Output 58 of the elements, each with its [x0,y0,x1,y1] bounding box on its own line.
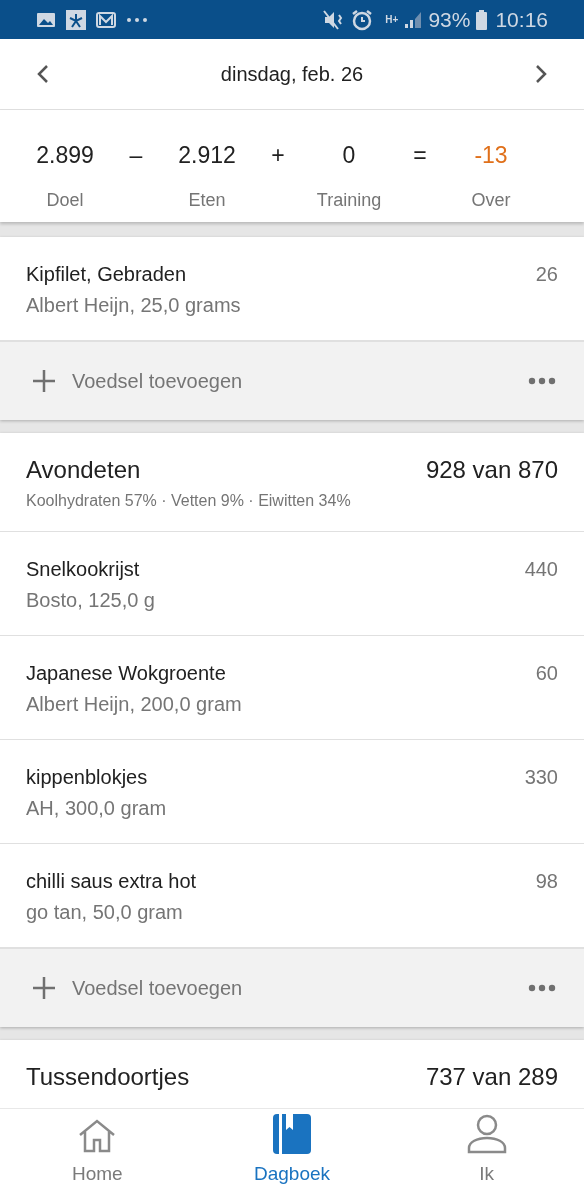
nav-tab[interactable]: Dagboek [194,1109,390,1200]
meal-title: Tussendoortjes [26,1062,190,1092]
previous-day-icon[interactable] [36,64,50,84]
summary-value: -13 [474,141,508,170]
food-calories: 26 [535,262,558,287]
food-detail: go tan, 50,0 gram [26,900,184,925]
nav-tab[interactable]: Home [0,1109,195,1200]
battery-icon [476,9,488,30]
more-icon[interactable] [528,984,556,992]
summary-label: Eten [188,188,226,212]
summary-label: Doel [46,188,84,212]
mail-icon [96,11,116,28]
meal-title: Avondeten [26,455,141,485]
book-icon [273,1113,311,1154]
food-name: Snelkookrijst [26,557,141,582]
summary-value: 2.912 [178,141,236,170]
food-detail: AH, 300,0 gram [26,796,167,821]
food-name: Japanese Wokgroente [26,661,227,686]
food-row[interactable]: Japanese Wokgroente Albert Heijn, 200,0 gram 60 [0,636,584,740]
food-calories: 440 [524,557,558,582]
food-name: chilli saus extra hot [26,869,197,894]
alarm-icon [351,8,374,31]
food-row[interactable]: kippenblokjes AH, 300,0 gram 330 [0,740,584,844]
meal-total: 928 van 870 [425,455,558,485]
add-food-button[interactable]: Voedsel toevoegen [72,366,243,396]
battery-level: 93% [428,6,471,33]
more-icon[interactable] [528,377,556,385]
food-calories: 60 [535,661,558,686]
more-icon [126,16,148,23]
network-type: H+ [385,13,399,27]
food-detail: Albert Heijn, 200,0 gram [26,692,242,717]
operator-sign: = [412,141,428,170]
food-row[interactable]: Snelkookrijst Bosto, 125,0 g 440 [0,532,584,636]
macros-text: Koolhydraten 57% · Vetten 9% · Eiwitten 34% [26,491,352,511]
operator-sign: – [128,141,144,170]
clock: 10:16 [495,6,548,33]
next-day-icon[interactable] [534,64,548,84]
image-icon [36,11,56,28]
date-title: dinsdag, feb. 26 [220,62,364,87]
operator-sign: + [270,141,286,170]
food-name: Kipfilet, Gebraden [26,262,188,287]
food-name: kippenblokjes [26,765,149,790]
add-food-button[interactable]: Voedsel toevoegen [72,973,243,1003]
summary-label: Training [316,188,382,212]
figure-icon [66,9,86,30]
food-detail: Bosto, 125,0 g [26,588,155,613]
food-calories: 330 [524,765,558,790]
summary-value: 2.899 [36,141,94,170]
plus-icon [32,369,56,393]
meal-total: 737 van 289 [425,1062,558,1092]
food-detail: Albert Heijn, 25,0 grams [26,293,241,318]
food-calories: 98 [535,869,558,894]
summary-value: 0 [342,141,356,170]
summary-label: Over [471,188,511,212]
person-icon [465,1113,508,1154]
nav-tab[interactable]: Ik [389,1109,584,1200]
plus-icon [32,976,56,1000]
signal-icon [404,10,423,29]
